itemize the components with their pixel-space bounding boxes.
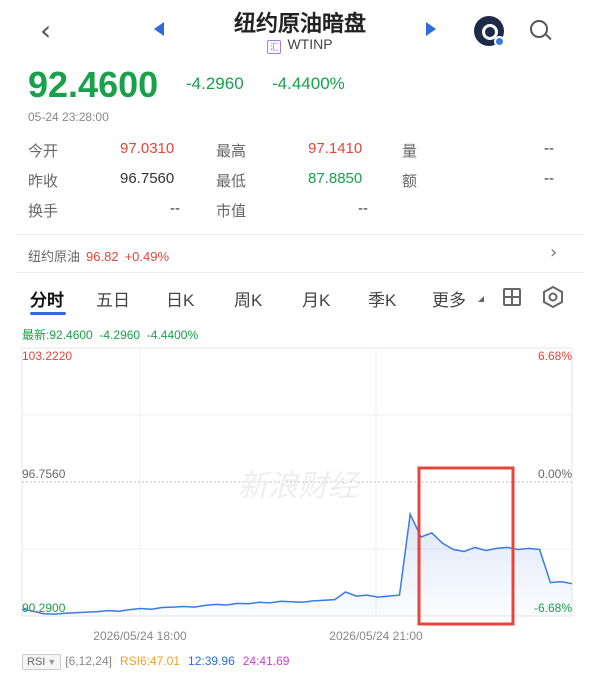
intraday-chart[interactable]: 新浪财经 103.2220 96.7560 90.2900 6.68% 0.00% -6.…	[0, 340, 600, 650]
chevron-right-icon[interactable]: ›	[550, 244, 562, 262]
period-tabs: 分时 五日 日K 周K 月K 季K 更多	[0, 278, 600, 318]
open-value: 97.0310	[120, 140, 175, 157]
open-label: 今开	[28, 143, 59, 160]
y-axis-label-right: -6.68%	[534, 601, 572, 615]
reference-pct: +0.49%	[124, 249, 170, 264]
chart-series	[21, 511, 573, 616]
reference-name: 纽约原油	[28, 249, 81, 264]
chart-watermark: 新浪财经	[238, 469, 361, 504]
amount-value: --	[544, 170, 554, 187]
page-title: 纽约原油暗盘	[233, 12, 366, 37]
low-value: 87.8850	[308, 170, 363, 187]
y-axis-label-left: 90.2900	[22, 601, 66, 615]
rsi12-value: 12:39.96	[188, 654, 235, 668]
high-value: 97.1410	[308, 140, 363, 157]
y-axis-label-right: 0.00%	[538, 467, 572, 481]
top-bar: ‹ 纽约原油暗盘 汇 WTINP	[0, 0, 600, 62]
reference-row[interactable]: 纽约原油 96.82 +0.49%	[28, 246, 169, 265]
tab-quarterly-k[interactable]: 季K	[368, 286, 396, 311]
active-tab-indicator	[30, 312, 66, 315]
instrument-code: 汇 WTINP	[230, 36, 370, 54]
amount-label: 额	[402, 173, 418, 190]
app-avatar-icon[interactable]	[474, 16, 505, 47]
rsi-indicator-bar: RSI ▼ [6,12,24] RSI6:47.01 12:39.96 24:41.69	[22, 654, 289, 672]
price-area	[22, 514, 572, 616]
stats-grid: 今开 97.0310 最高 97.1410 量 -- 昨收 96.7560 最低…	[0, 136, 600, 226]
rsi-params: [6,12,24]	[65, 654, 112, 668]
price-change-percent: -4.4400%	[272, 74, 345, 93]
tab-monthly-k[interactable]: 月K	[302, 286, 330, 311]
volume-value: --	[544, 140, 554, 157]
quote-timestamp: 05-24 23:28:00	[28, 110, 109, 124]
search-icon[interactable]	[530, 20, 552, 42]
dropdown-caret-icon: ▼	[47, 657, 57, 667]
triangle-left-icon[interactable]	[154, 22, 164, 36]
prev-close-value: 96.7560	[120, 170, 175, 187]
rsi24-value: 24:41.69	[242, 654, 290, 668]
triangle-right-icon[interactable]	[426, 22, 436, 36]
currency-badge-icon: 汇	[267, 40, 282, 54]
turnover-label: 换手	[28, 203, 59, 220]
rsi6-value: RSI6:47.01	[119, 654, 181, 668]
divider	[16, 234, 584, 235]
last-price: 92.4600	[28, 64, 159, 105]
indicator-selector[interactable]: RSI ▼	[22, 654, 62, 670]
low-label: 最低	[216, 173, 247, 190]
grid-layout-icon[interactable]	[503, 288, 521, 306]
x-axis-label: 2026/05/24 18:00	[93, 629, 187, 643]
turnover-value: --	[170, 200, 180, 217]
tab-more[interactable]: 更多	[432, 286, 466, 311]
settings-hexagon-icon[interactable]	[542, 286, 564, 308]
price-change: -4.2960	[186, 74, 244, 93]
mktcap-value: --	[358, 200, 368, 217]
y-axis-label-right: 6.68%	[538, 349, 572, 363]
x-axis-label: 2026/05/24 21:00	[329, 629, 423, 643]
more-dropdown-icon[interactable]	[478, 296, 484, 302]
avatar-status-dot	[494, 36, 505, 47]
y-axis-label-left: 103.2220	[22, 349, 72, 363]
tab-daily-k[interactable]: 日K	[166, 286, 194, 311]
y-axis-label-left: 96.7560	[22, 467, 66, 481]
chevron-left-icon[interactable]: ‹	[40, 17, 62, 45]
tab-intraday[interactable]: 分时	[30, 286, 64, 311]
tab-weekly-k[interactable]: 周K	[234, 286, 262, 311]
tab-five-day[interactable]: 五日	[96, 286, 130, 311]
divider	[16, 272, 584, 273]
mktcap-label: 市值	[216, 203, 247, 220]
volume-label: 量	[402, 143, 418, 160]
prev-close-label: 昨收	[28, 173, 59, 190]
reference-value: 96.82	[86, 249, 119, 264]
high-label: 最高	[216, 143, 247, 160]
